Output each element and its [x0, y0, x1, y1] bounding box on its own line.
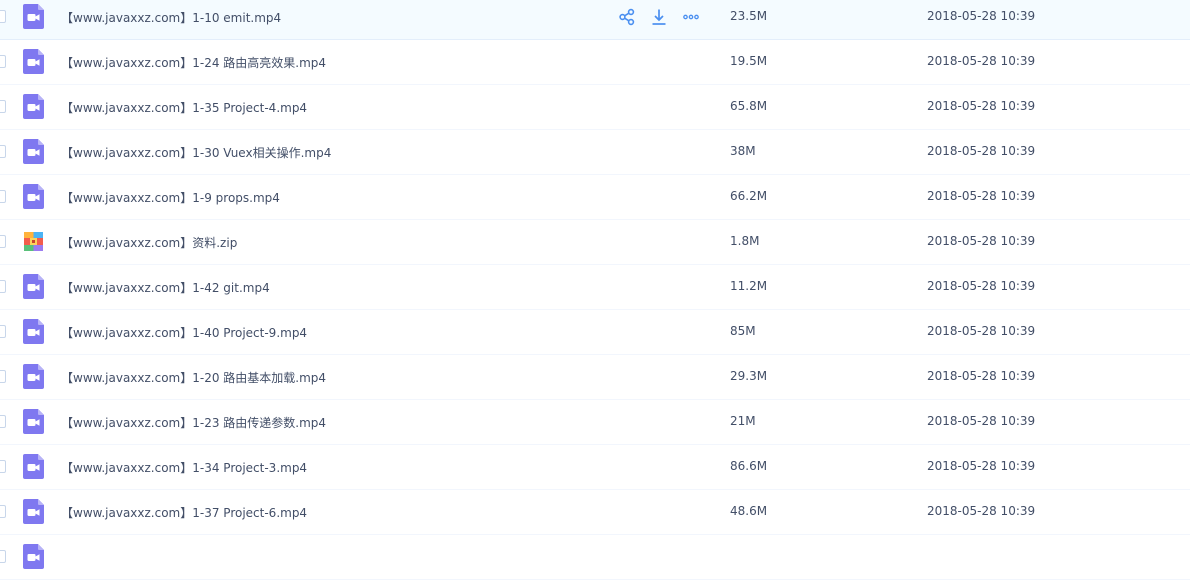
file-modified-date: 2018-05-28 10:39 — [927, 9, 1036, 23]
row-checkbox[interactable] — [0, 190, 6, 203]
video-file-icon — [23, 139, 44, 164]
share-icon[interactable] — [618, 8, 636, 26]
row-checkbox[interactable] — [0, 100, 6, 113]
file-size: 86.6M — [730, 459, 768, 473]
file-name-link[interactable]: 【www.javaxxz.com】1-30 Vuex相关操作.mp4 — [61, 144, 331, 161]
file-modified-date: 2018-05-28 10:39 — [927, 369, 1036, 383]
file-modified-date: 2018-05-28 10:39 — [927, 99, 1036, 113]
video-file-icon — [23, 499, 44, 524]
file-row[interactable]: 【www.javaxxz.com】资料.zip 1.8M 2018-05-28 10… — [0, 220, 1190, 265]
video-file-icon — [23, 184, 44, 209]
file-row[interactable]: 【www.javaxxz.com】1-10 emit.mp4 23.5M 2018-… — [0, 0, 1190, 40]
file-modified-date: 2018-05-28 10:39 — [927, 459, 1036, 473]
file-modified-date: 2018-05-28 10:39 — [927, 279, 1036, 293]
row-checkbox[interactable] — [0, 505, 6, 518]
file-row[interactable]: 【www.javaxxz.com】1-37 Project-6.mp4 48.6M… — [0, 490, 1190, 535]
file-modified-date: 2018-05-28 10:39 — [927, 414, 1036, 428]
file-name-link[interactable]: 【www.javaxxz.com】1-40 Project-9.mp4 — [61, 324, 307, 341]
file-modified-date: 2018-05-28 10:39 — [927, 324, 1036, 338]
file-row[interactable]: 【www.javaxxz.com】1-30 Vuex相关操作.mp4 38M 201… — [0, 130, 1190, 175]
row-checkbox[interactable] — [0, 415, 6, 428]
file-row[interactable]: 【www.javaxxz.com】1-40 Project-9.mp4 85M 20… — [0, 310, 1190, 355]
video-file-icon — [23, 544, 44, 569]
file-name-link[interactable]: 【www.javaxxz.com】1-10 emit.mp4 — [61, 9, 281, 26]
row-checkbox[interactable] — [0, 325, 6, 338]
row-checkbox[interactable] — [0, 55, 6, 68]
file-name-link[interactable]: 【www.javaxxz.com】1-24 路由高亮效果.mp4 — [61, 54, 326, 71]
file-list: 【www.javaxxz.com】1-10 emit.mp4 23.5M 2018-… — [0, 0, 1190, 580]
download-icon[interactable] — [650, 8, 668, 26]
file-size: 48.6M — [730, 504, 768, 518]
video-file-icon — [23, 409, 44, 434]
file-row[interactable]: 【www.javaxxz.com】1-35 Project-4.mp4 65.8M… — [0, 85, 1190, 130]
file-size: 29.3M — [730, 369, 768, 383]
file-size: 23.5M — [730, 9, 768, 23]
video-file-icon — [23, 274, 44, 299]
row-checkbox[interactable] — [0, 235, 6, 248]
file-size: 11.2M — [730, 279, 768, 293]
file-name-link[interactable]: 【www.javaxxz.com】1-34 Project-3.mp4 — [61, 459, 307, 476]
file-size: 38M — [730, 144, 756, 158]
file-row[interactable]: 【www.javaxxz.com】1-20 路由基本加载.mp4 29.3M 201… — [0, 355, 1190, 400]
file-modified-date: 2018-05-28 10:39 — [927, 504, 1036, 518]
file-row[interactable]: 【www.javaxxz.com】1-24 路由高亮效果.mp4 19.5M 201… — [0, 40, 1190, 85]
row-checkbox[interactable] — [0, 370, 6, 383]
file-size: 65.8M — [730, 99, 768, 113]
row-checkbox[interactable] — [0, 145, 6, 158]
video-file-icon — [23, 364, 44, 389]
row-checkbox[interactable] — [0, 550, 6, 563]
zip-file-icon — [23, 229, 44, 254]
file-size: 85M — [730, 324, 756, 338]
file-size: 66.2M — [730, 189, 768, 203]
file-name-link[interactable]: 【www.javaxxz.com】1-37 Project-6.mp4 — [61, 504, 307, 521]
file-name-link[interactable]: 【www.javaxxz.com】1-23 路由传递参数.mp4 — [61, 414, 326, 431]
video-file-icon — [23, 454, 44, 479]
file-modified-date: 2018-05-28 10:39 — [927, 234, 1036, 248]
file-row[interactable]: 【www.javaxxz.com】1-34 Project-3.mp4 86.6M… — [0, 445, 1190, 490]
file-size: 1.8M — [730, 234, 760, 248]
file-row[interactable] — [0, 535, 1190, 580]
video-file-icon — [23, 49, 44, 74]
file-list-page: { "colors": { "video_icon": "#7f78f0", "… — [0, 0, 1190, 580]
file-name-link[interactable]: 【www.javaxxz.com】1-42 git.mp4 — [61, 279, 270, 296]
file-size: 19.5M — [730, 54, 768, 68]
file-row[interactable]: 【www.javaxxz.com】1-23 路由传递参数.mp4 21M 2018-… — [0, 400, 1190, 445]
file-name-link[interactable]: 【www.javaxxz.com】资料.zip — [61, 234, 237, 251]
file-size: 21M — [730, 414, 756, 428]
video-file-icon — [23, 94, 44, 119]
file-modified-date: 2018-05-28 10:39 — [927, 54, 1036, 68]
file-row[interactable]: 【www.javaxxz.com】1-9 props.mp4 66.2M 2018-… — [0, 175, 1190, 220]
file-row[interactable]: 【www.javaxxz.com】1-42 git.mp4 11.2M 2018-0… — [0, 265, 1190, 310]
file-name-link[interactable]: 【www.javaxxz.com】1-35 Project-4.mp4 — [61, 99, 307, 116]
video-file-icon — [23, 4, 44, 29]
file-name-link[interactable]: 【www.javaxxz.com】1-9 props.mp4 — [61, 189, 280, 206]
row-checkbox[interactable] — [0, 280, 6, 293]
file-name-link[interactable]: 【www.javaxxz.com】1-20 路由基本加载.mp4 — [61, 369, 326, 386]
video-file-icon — [23, 319, 44, 344]
file-modified-date: 2018-05-28 10:39 — [927, 189, 1036, 203]
more-icon[interactable] — [682, 8, 700, 26]
row-checkbox[interactable] — [0, 460, 6, 473]
row-checkbox[interactable] — [0, 10, 6, 23]
file-modified-date: 2018-05-28 10:39 — [927, 144, 1036, 158]
